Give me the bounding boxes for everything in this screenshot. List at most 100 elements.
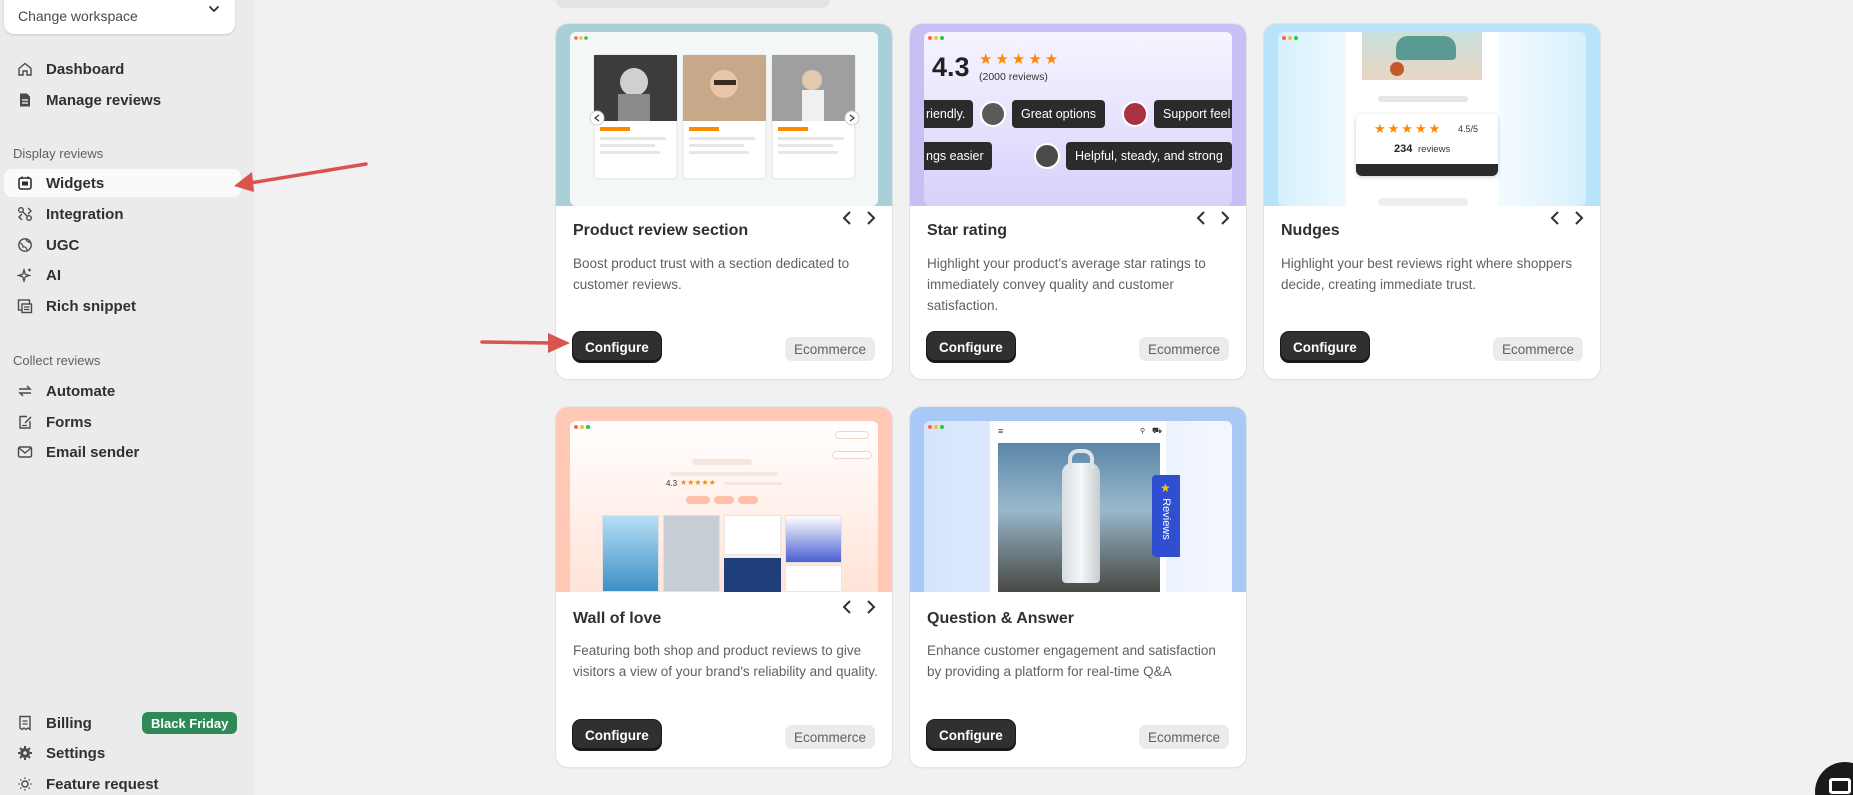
section-title-collect: Collect reviews bbox=[13, 353, 101, 368]
sidebar-item-ai[interactable]: AI bbox=[4, 261, 241, 289]
integration-icon bbox=[16, 205, 34, 223]
sidebar-item-label: Automate bbox=[46, 382, 116, 400]
preview-star-rating: 4.3 ★★★★★ (2000 reviews) riendly. Great … bbox=[910, 24, 1246, 206]
sidebar: Change workspace Dashboard Manage review… bbox=[0, 0, 255, 795]
sidebar-item-label: Email sender bbox=[46, 443, 140, 461]
sidebar-item-settings[interactable]: Settings bbox=[4, 739, 241, 767]
annotation-arrow-icon bbox=[234, 162, 368, 192]
card-description: Highlight your product's average star ra… bbox=[927, 256, 1206, 313]
rating-stars: ★★★★★ bbox=[979, 51, 1062, 68]
wall-image bbox=[663, 515, 720, 592]
next-arrow-icon[interactable] bbox=[1572, 210, 1586, 226]
sidebar-item-label: Manage reviews bbox=[46, 91, 162, 109]
email-icon bbox=[16, 443, 34, 461]
chat-widget-button[interactable] bbox=[1815, 762, 1853, 795]
sidebar-item-rich-snippet[interactable]: Rich snippet bbox=[4, 292, 241, 320]
next-arrow-icon[interactable] bbox=[864, 210, 878, 226]
carousel-arrows bbox=[1548, 210, 1586, 226]
sidebar-item-ugc[interactable]: UGC bbox=[4, 231, 241, 259]
sidebar-item-label: Dashboard bbox=[46, 60, 125, 78]
chevron-down-icon bbox=[209, 6, 219, 13]
search-icon: ⚲ bbox=[1140, 428, 1146, 435]
configure-button[interactable]: Configure bbox=[1281, 332, 1369, 362]
reviewer-avatar bbox=[1034, 143, 1060, 169]
category-tag: Ecommerce bbox=[1138, 337, 1229, 361]
rating-count: (2000 reviews) bbox=[979, 71, 1048, 83]
previous-arrow-icon[interactable] bbox=[840, 210, 854, 226]
previous-arrow-icon[interactable] bbox=[840, 599, 854, 615]
wall-score: 4.3 bbox=[666, 479, 678, 488]
previous-arrow-icon[interactable] bbox=[1194, 210, 1208, 226]
snippet-icon bbox=[16, 297, 34, 315]
sidebar-item-label: Feature request bbox=[46, 775, 159, 793]
wall-image bbox=[724, 558, 781, 592]
widget-card-question-answer: ≡ ⚲ ⛟ ★ Reviews Question & Answer Enhanc… bbox=[910, 407, 1246, 767]
card-description: Featuring both shop and product reviews … bbox=[573, 643, 878, 679]
card-title: Wall of love bbox=[573, 610, 662, 627]
review-chip: ngs easier bbox=[924, 142, 992, 170]
lightbulb-icon bbox=[16, 775, 34, 793]
card-title: Nudges bbox=[1281, 222, 1340, 239]
reviews-tab[interactable]: ★ Reviews bbox=[1152, 475, 1180, 557]
annotation-arrow-icon bbox=[480, 333, 570, 353]
home-icon bbox=[16, 60, 34, 78]
widget-card-wall-of-love: 4.3 ★★★★★ Wall of love Featuring both sh… bbox=[556, 407, 892, 767]
wall-review-card bbox=[724, 515, 781, 555]
category-tag: Ecommerce bbox=[784, 337, 875, 361]
product-image bbox=[998, 443, 1160, 592]
sparkle-icon bbox=[16, 266, 34, 284]
next-arrow-icon[interactable] bbox=[1218, 210, 1232, 226]
configure-button[interactable]: Configure bbox=[573, 332, 661, 362]
star-icon: ★ bbox=[1160, 481, 1171, 495]
category-tag: Ecommerce bbox=[784, 725, 875, 749]
carousel-arrows bbox=[840, 599, 878, 615]
workspace-switcher[interactable]: Change workspace bbox=[4, 0, 235, 34]
sidebar-item-automate[interactable]: Automate bbox=[4, 377, 241, 405]
sidebar-item-label: Settings bbox=[46, 744, 106, 762]
review-chip: Support feel bbox=[1154, 100, 1232, 128]
widget-card-star-rating: 4.3 ★★★★★ (2000 reviews) riendly. Great … bbox=[910, 24, 1246, 379]
form-icon bbox=[16, 413, 34, 431]
nudge-rating-box: ★★★★★ 4.5/5 234 reviews bbox=[1356, 114, 1498, 176]
configure-button[interactable]: Configure bbox=[927, 720, 1015, 750]
review-chip: Great options bbox=[1012, 100, 1106, 128]
card-description: Enhance customer engagement and satisfac… bbox=[927, 643, 1216, 679]
reviewer-avatar bbox=[980, 101, 1006, 127]
preview-question-answer: ≡ ⚲ ⛟ ★ Reviews bbox=[910, 407, 1246, 592]
next-arrow-icon[interactable] bbox=[864, 599, 878, 615]
card-title: Question & Answer bbox=[927, 610, 1074, 627]
section-title-display: Display reviews bbox=[13, 146, 104, 161]
document-icon bbox=[16, 91, 34, 109]
card-title: Product review section bbox=[573, 222, 749, 239]
sidebar-item-manage-reviews[interactable]: Manage reviews bbox=[4, 86, 241, 114]
nudge-count: 234 bbox=[1394, 143, 1413, 155]
gear-icon bbox=[16, 744, 34, 762]
sidebar-item-label: Widgets bbox=[46, 174, 105, 192]
reviewer-avatar bbox=[1122, 101, 1148, 127]
wall-stars: ★★★★★ bbox=[680, 478, 716, 487]
menu-icon: ≡ bbox=[998, 426, 1004, 436]
top-placeholder-bar bbox=[556, 0, 830, 8]
sidebar-item-label: Forms bbox=[46, 413, 92, 431]
reviews-tab-label: Reviews bbox=[1160, 498, 1172, 540]
sidebar-item-label: Integration bbox=[46, 205, 124, 223]
sidebar-item-widgets[interactable]: Widgets bbox=[4, 169, 241, 197]
configure-button[interactable]: Configure bbox=[573, 720, 661, 750]
black-friday-badge: Black Friday bbox=[142, 712, 238, 734]
configure-button[interactable]: Configure bbox=[927, 332, 1015, 362]
category-tag: Ecommerce bbox=[1138, 725, 1229, 749]
sidebar-item-feature-request[interactable]: Feature request bbox=[4, 770, 241, 795]
previous-arrow-icon[interactable] bbox=[1548, 210, 1562, 226]
widget-card-nudges: ★★★★★ 4.5/5 234 reviews Nudges Highlight… bbox=[1264, 24, 1600, 379]
sidebar-item-label: Billing bbox=[46, 714, 92, 732]
wall-image bbox=[785, 515, 842, 563]
sidebar-item-dashboard[interactable]: Dashboard bbox=[4, 55, 241, 83]
automate-icon bbox=[16, 382, 34, 400]
sidebar-item-integration[interactable]: Integration bbox=[4, 200, 241, 228]
billing-icon bbox=[16, 714, 34, 732]
product-image bbox=[1362, 32, 1482, 80]
sidebar-item-email-sender[interactable]: Email sender bbox=[4, 438, 241, 466]
category-tag: Ecommerce bbox=[1492, 337, 1583, 361]
sidebar-item-billing[interactable]: Billing bbox=[4, 709, 134, 737]
sidebar-item-forms[interactable]: Forms bbox=[4, 408, 241, 436]
